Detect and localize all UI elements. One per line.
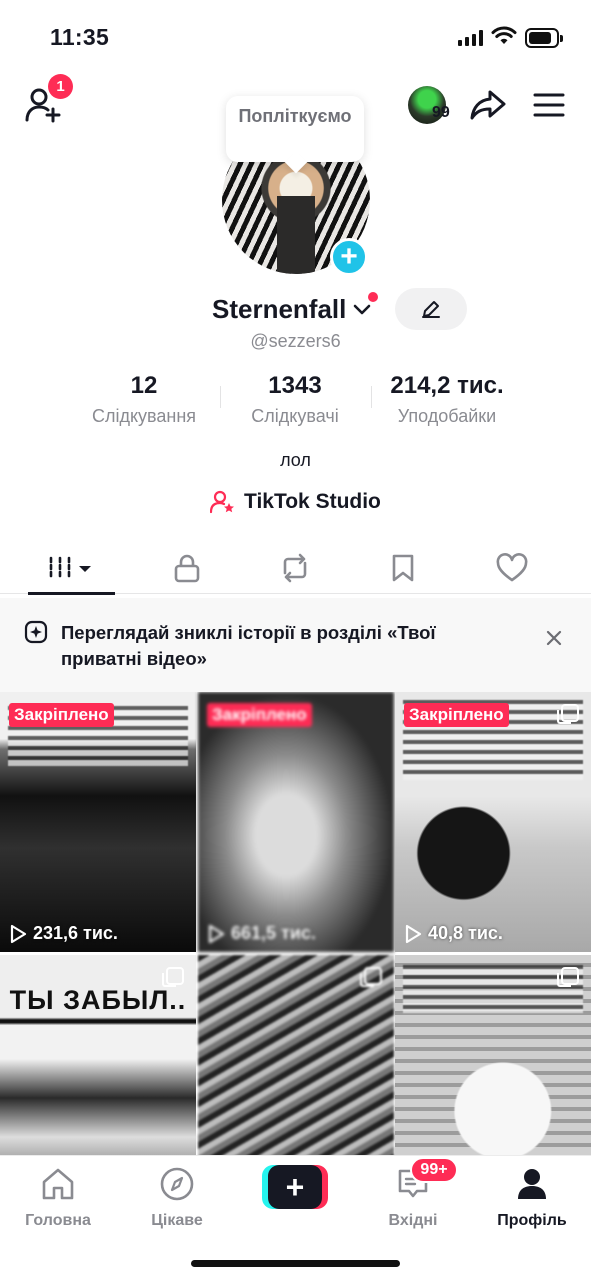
hamburger-menu-icon (533, 93, 565, 117)
video-thumbnail[interactable] (395, 955, 591, 1155)
notification-badge: 1 (48, 74, 73, 99)
compass-icon (160, 1167, 194, 1201)
home-indicator (191, 1260, 400, 1267)
pencil-icon (422, 301, 440, 318)
view-count-text: 661,5 тис. (231, 923, 316, 943)
creator-star-icon (210, 490, 234, 514)
battery-icon (525, 28, 563, 48)
multi-photo-icon (360, 967, 382, 987)
profile-stats: 12 Слідкування 1343 Слідкувачі 214,2 тис… (0, 372, 591, 428)
stat-divider (220, 386, 221, 408)
thumbnail-caption: ТЫ ЗАБЫЛ.. (9, 985, 187, 1015)
bookmark-icon (392, 554, 414, 582)
pinned-badge: Закріплено (9, 703, 114, 727)
play-icon (10, 924, 27, 943)
menu-button[interactable] (530, 88, 568, 122)
view-count-text: 231,6 тис. (33, 923, 118, 943)
active-tab-indicator (28, 592, 115, 595)
nav-label: Головна (25, 1212, 91, 1229)
profile-bio: лол (280, 450, 311, 470)
edit-profile-button[interactable] (395, 288, 467, 330)
nav-label: Вхідні (388, 1212, 438, 1229)
lock-icon (174, 554, 200, 583)
nav-profile[interactable]: Профіль (482, 1164, 582, 1230)
tab-private[interactable] (128, 542, 246, 594)
private-stories-banner[interactable]: Переглядай зниклі історії в розділі «Тво… (0, 598, 591, 692)
pinned-badge: Закріплено (404, 703, 509, 727)
sparkle-icon (24, 620, 48, 644)
nav-label: Профіль (497, 1212, 567, 1229)
multi-photo-icon (162, 967, 184, 987)
friends-count: 99 (432, 104, 450, 121)
stat-label: Слідкувачі (251, 406, 339, 426)
content-tabs (0, 542, 591, 595)
tab-reposts[interactable] (236, 542, 354, 594)
heart-icon (496, 553, 528, 582)
stat-divider (371, 386, 372, 408)
cellular-signal-icon (458, 30, 484, 46)
profile-name-row: Sternenfall (0, 288, 591, 330)
tab-favorites[interactable] (344, 542, 462, 594)
stat-following[interactable]: 12 Слідкування (78, 372, 210, 427)
video-thumbnail[interactable]: Закріплено 40,8 тис. (395, 692, 591, 952)
tiktok-studio-link[interactable]: TikTok Studio (210, 487, 381, 517)
share-icon (470, 90, 506, 120)
video-thumbnail[interactable]: Закріплено 231,6 тис. (0, 692, 196, 952)
stat-value: 12 (130, 372, 158, 399)
view-count: 231,6 тис. (9, 923, 118, 944)
banner-text: Переглядай зниклі історії в розділі «Тво… (61, 622, 436, 669)
view-count-text: 40,8 тис. (428, 923, 503, 943)
tab-liked[interactable] (453, 542, 571, 594)
video-thumbnail[interactable]: Закріплено 661,5 тис. (198, 692, 394, 952)
pinned-badge: Закріплено (207, 703, 312, 727)
stat-value: 214,2 тис. (390, 372, 504, 399)
share-profile-button[interactable] (468, 86, 508, 124)
video-grid: Закріплено 231,6 тис. Закріплено 661,5 т… (0, 692, 591, 1155)
thumbnail-text-blur (403, 965, 583, 1013)
chevron-down-icon[interactable] (352, 298, 372, 320)
display-name[interactable]: Sternenfall (212, 294, 346, 325)
status-time: 11:35 (50, 24, 110, 50)
nav-label: Цікаве (151, 1212, 203, 1229)
multi-photo-icon (557, 967, 579, 987)
stat-likes[interactable]: 214,2 тис. Уподобайки (378, 372, 516, 427)
plus-icon: + (340, 240, 358, 273)
username: @sezzers6 (250, 331, 341, 351)
plus-icon: + (268, 1165, 322, 1209)
profile-icon (518, 1169, 546, 1199)
stat-value: 1343 (268, 372, 322, 399)
home-icon (42, 1168, 74, 1200)
new-indicator-dot (368, 292, 378, 302)
close-icon (546, 630, 562, 646)
video-thumbnail[interactable] (198, 955, 394, 1155)
wifi-icon (491, 26, 517, 44)
grid-icon (49, 556, 91, 580)
repost-icon (283, 553, 307, 583)
view-count: 40,8 тис. (404, 923, 503, 944)
stat-label: Слідкування (91, 406, 197, 426)
multi-photo-icon (557, 704, 579, 724)
nav-home[interactable]: Головна (8, 1164, 108, 1230)
add-story-button[interactable]: + (330, 238, 368, 276)
nav-discover[interactable]: Цікаве (127, 1164, 227, 1230)
stat-followers[interactable]: 1343 Слідкувачі (232, 372, 358, 427)
view-count: 661,5 тис. (207, 923, 316, 944)
close-banner-button[interactable] (544, 624, 564, 655)
play-icon (208, 924, 225, 943)
stat-label: Уподобайки (397, 406, 497, 426)
play-icon (405, 924, 422, 943)
status-bar: 11:35 (0, 0, 591, 70)
link-label: TikTok Studio (244, 490, 381, 513)
tab-videos[interactable] (12, 542, 130, 595)
create-button[interactable]: + (262, 1165, 328, 1209)
inbox-badge: 99+ (410, 1157, 458, 1183)
tooltip-text: Попліткуємо (238, 106, 352, 126)
video-thumbnail[interactable]: ТЫ ЗАБЫЛ.. (0, 955, 196, 1155)
story-tooltip: Попліткуємо (226, 96, 364, 174)
